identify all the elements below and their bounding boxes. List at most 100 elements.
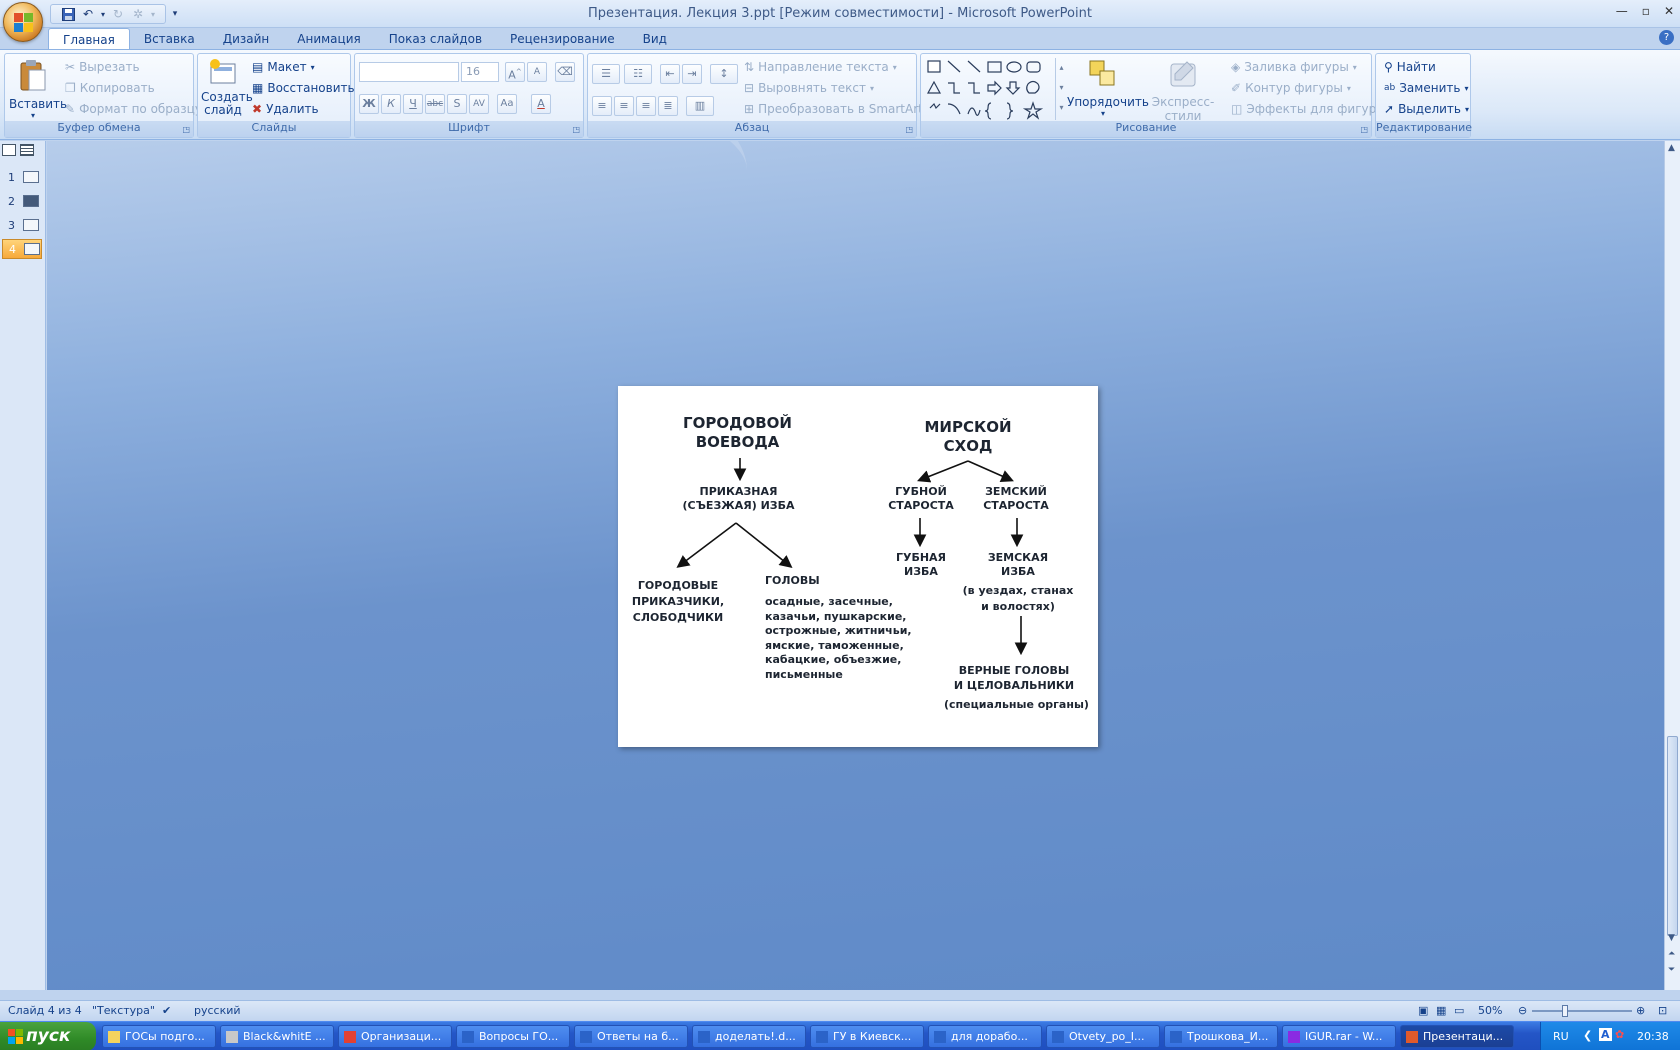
repeat-dropdown-icon[interactable]: ▾: [149, 5, 157, 23]
scrollbar-thumb[interactable]: [1667, 736, 1678, 936]
copy-button[interactable]: ❐ Копировать: [65, 81, 155, 95]
taskbar-item[interactable]: Презентаци...: [1400, 1025, 1514, 1048]
taskbar-item[interactable]: Otvety_po_I...: [1046, 1025, 1160, 1048]
arrange-button[interactable]: Упорядочить ▾: [1067, 58, 1149, 118]
taskbar-item[interactable]: доделать!.d...: [692, 1025, 806, 1048]
customize-qat-icon[interactable]: ▾: [166, 5, 184, 23]
grow-font-button[interactable]: A^: [505, 62, 525, 82]
tab-slideshow[interactable]: Показ слайдов: [375, 28, 496, 50]
taskbar-item[interactable]: ГОСы подго...: [102, 1025, 216, 1048]
slide-canvas[interactable]: ГОРОДОВОЙ ВОЕВОДА ПРИКАЗНАЯ (СЪЕЗЖАЯ) ИЗ…: [618, 386, 1098, 747]
taskbar-item[interactable]: Black&whitE ...: [220, 1025, 334, 1048]
office-button[interactable]: [3, 2, 43, 42]
bold-button[interactable]: Ж: [359, 94, 379, 114]
input-language[interactable]: RU: [1553, 1030, 1569, 1043]
decrease-indent-button[interactable]: ⇤: [660, 64, 680, 84]
paste-button[interactable]: Вставить ▾: [9, 58, 67, 120]
font-size-field[interactable]: 16: [461, 62, 499, 82]
taskbar-item[interactable]: Вопросы ГО...: [456, 1025, 570, 1048]
spellcheck-icon[interactable]: ✔: [162, 1004, 171, 1017]
acrobat-icon[interactable]: ✿: [1615, 1028, 1624, 1041]
zoom-slider[interactable]: [1532, 1005, 1632, 1017]
quick-styles-button[interactable]: Экспресс-стили: [1141, 58, 1225, 123]
shadow-button[interactable]: S: [447, 94, 467, 114]
layout-button[interactable]: ▤ Макет ▾: [252, 60, 315, 74]
numbering-button[interactable]: ☷: [624, 64, 652, 84]
tab-home[interactable]: Главная: [48, 28, 130, 50]
slides-tab-icon[interactable]: [2, 144, 16, 156]
delete-slide-button[interactable]: ✖ Удалить: [252, 102, 319, 116]
bullets-button[interactable]: ☰: [592, 64, 620, 84]
zoom-in-icon[interactable]: ⊕: [1636, 1004, 1645, 1017]
help-icon[interactable]: ?: [1659, 30, 1674, 45]
strikethrough-button[interactable]: abc: [425, 94, 445, 114]
restore-icon[interactable]: ▫: [1642, 4, 1650, 18]
fit-slide-icon[interactable]: ⊡: [1658, 1004, 1667, 1017]
normal-view-icon[interactable]: ▣: [1418, 1004, 1428, 1017]
redo-icon[interactable]: ↻: [109, 5, 127, 23]
gallery-scroll[interactable]: ▴ ▾ ▾: [1055, 58, 1067, 120]
taskbar-item[interactable]: для дорабо...: [928, 1025, 1042, 1048]
zoom-slider-knob[interactable]: [1562, 1005, 1568, 1017]
format-painter-button[interactable]: ✎ Формат по образцу: [65, 102, 202, 116]
font-name-field[interactable]: [359, 62, 459, 82]
taskbar-item[interactable]: Ответы на б...: [574, 1025, 688, 1048]
taskbar-item[interactable]: Организаци...: [338, 1025, 452, 1048]
replace-button[interactable]: ab Заменить ▾: [1384, 81, 1468, 95]
tab-design[interactable]: Дизайн: [209, 28, 284, 50]
italic-button[interactable]: К: [381, 94, 401, 114]
tab-insert[interactable]: Вставка: [130, 28, 209, 50]
align-right-button[interactable]: ≡: [636, 96, 656, 116]
slide-thumb-3[interactable]: 3: [2, 215, 42, 235]
reset-button[interactable]: ▦ Восстановить: [252, 81, 355, 95]
char-spacing-button[interactable]: AV: [469, 94, 489, 114]
start-button[interactable]: пуск: [0, 1022, 96, 1050]
underline-button[interactable]: Ч: [403, 94, 423, 114]
close-icon[interactable]: ✕: [1664, 4, 1674, 18]
select-button[interactable]: ➚ Выделить ▾: [1384, 102, 1469, 116]
repeat-icon[interactable]: ✲: [129, 5, 147, 23]
slide-thumb-4[interactable]: 4: [2, 239, 42, 259]
language[interactable]: русский: [194, 1004, 241, 1017]
align-left-button[interactable]: ≡: [592, 96, 612, 116]
dialog-launcher-icon[interactable]: ◳: [572, 125, 580, 134]
find-button[interactable]: ⚲ Найти: [1384, 60, 1436, 74]
previous-slide-icon[interactable]: ⏶: [1668, 949, 1675, 959]
columns-button[interactable]: ▥: [686, 96, 714, 116]
font-color-button[interactable]: A: [531, 94, 551, 114]
shapes-gallery[interactable]: [925, 58, 1053, 120]
taskbar-item[interactable]: ГУ в Киевск...: [810, 1025, 924, 1048]
slide-thumb-1[interactable]: 1: [2, 167, 42, 187]
shape-fill-button[interactable]: ◈ Заливка фигуры ▾: [1231, 60, 1357, 74]
clear-format-button[interactable]: ⌫: [555, 62, 575, 82]
undo-dropdown-icon[interactable]: ▾: [99, 5, 107, 23]
smartart-button[interactable]: ⊞Преобразовать в SmartArt▾: [744, 102, 931, 116]
text-direction-button[interactable]: ⇅ Направление текста ▾: [744, 60, 897, 74]
scroll-up-icon[interactable]: ▲: [1668, 143, 1675, 153]
tray-arrow-icon[interactable]: ❮: [1583, 1029, 1592, 1042]
dialog-launcher-icon[interactable]: ◳: [905, 125, 913, 134]
taskbar-item[interactable]: IGUR.rar - W...: [1282, 1025, 1396, 1048]
save-icon[interactable]: [59, 5, 77, 23]
align-text-button[interactable]: ⊟ Выровнять текст ▾: [744, 81, 874, 95]
tab-view[interactable]: Вид: [629, 28, 681, 50]
increase-indent-button[interactable]: ⇥: [682, 64, 702, 84]
cut-button[interactable]: ✂ Вырезать: [65, 60, 140, 74]
dialog-launcher-icon[interactable]: ◳: [1360, 125, 1368, 134]
vertical-scrollbar[interactable]: ▲ ▼ ⏶ ⏷: [1664, 141, 1680, 990]
shape-effects-button[interactable]: ◫Эффекты для фигур▾: [1231, 102, 1384, 116]
outline-tab-icon[interactable]: [20, 144, 34, 156]
line-spacing-button[interactable]: ↕: [710, 64, 738, 84]
shrink-font-button[interactable]: A: [527, 62, 547, 82]
antivirus-icon[interactable]: A: [1599, 1028, 1612, 1041]
undo-icon[interactable]: ↶: [79, 5, 97, 23]
taskbar-item[interactable]: Трошкова_И...: [1164, 1025, 1278, 1048]
align-center-button[interactable]: ≡: [614, 96, 634, 116]
slideshow-icon[interactable]: ▭: [1454, 1004, 1464, 1017]
dialog-launcher-icon[interactable]: ◳: [182, 125, 190, 134]
zoom-out-icon[interactable]: ⊖: [1518, 1004, 1527, 1017]
tab-animation[interactable]: Анимация: [283, 28, 374, 50]
justify-button[interactable]: ≣: [658, 96, 678, 116]
scroll-down-icon[interactable]: ▼: [1668, 933, 1675, 943]
slide-sorter-icon[interactable]: ▦: [1436, 1004, 1446, 1017]
